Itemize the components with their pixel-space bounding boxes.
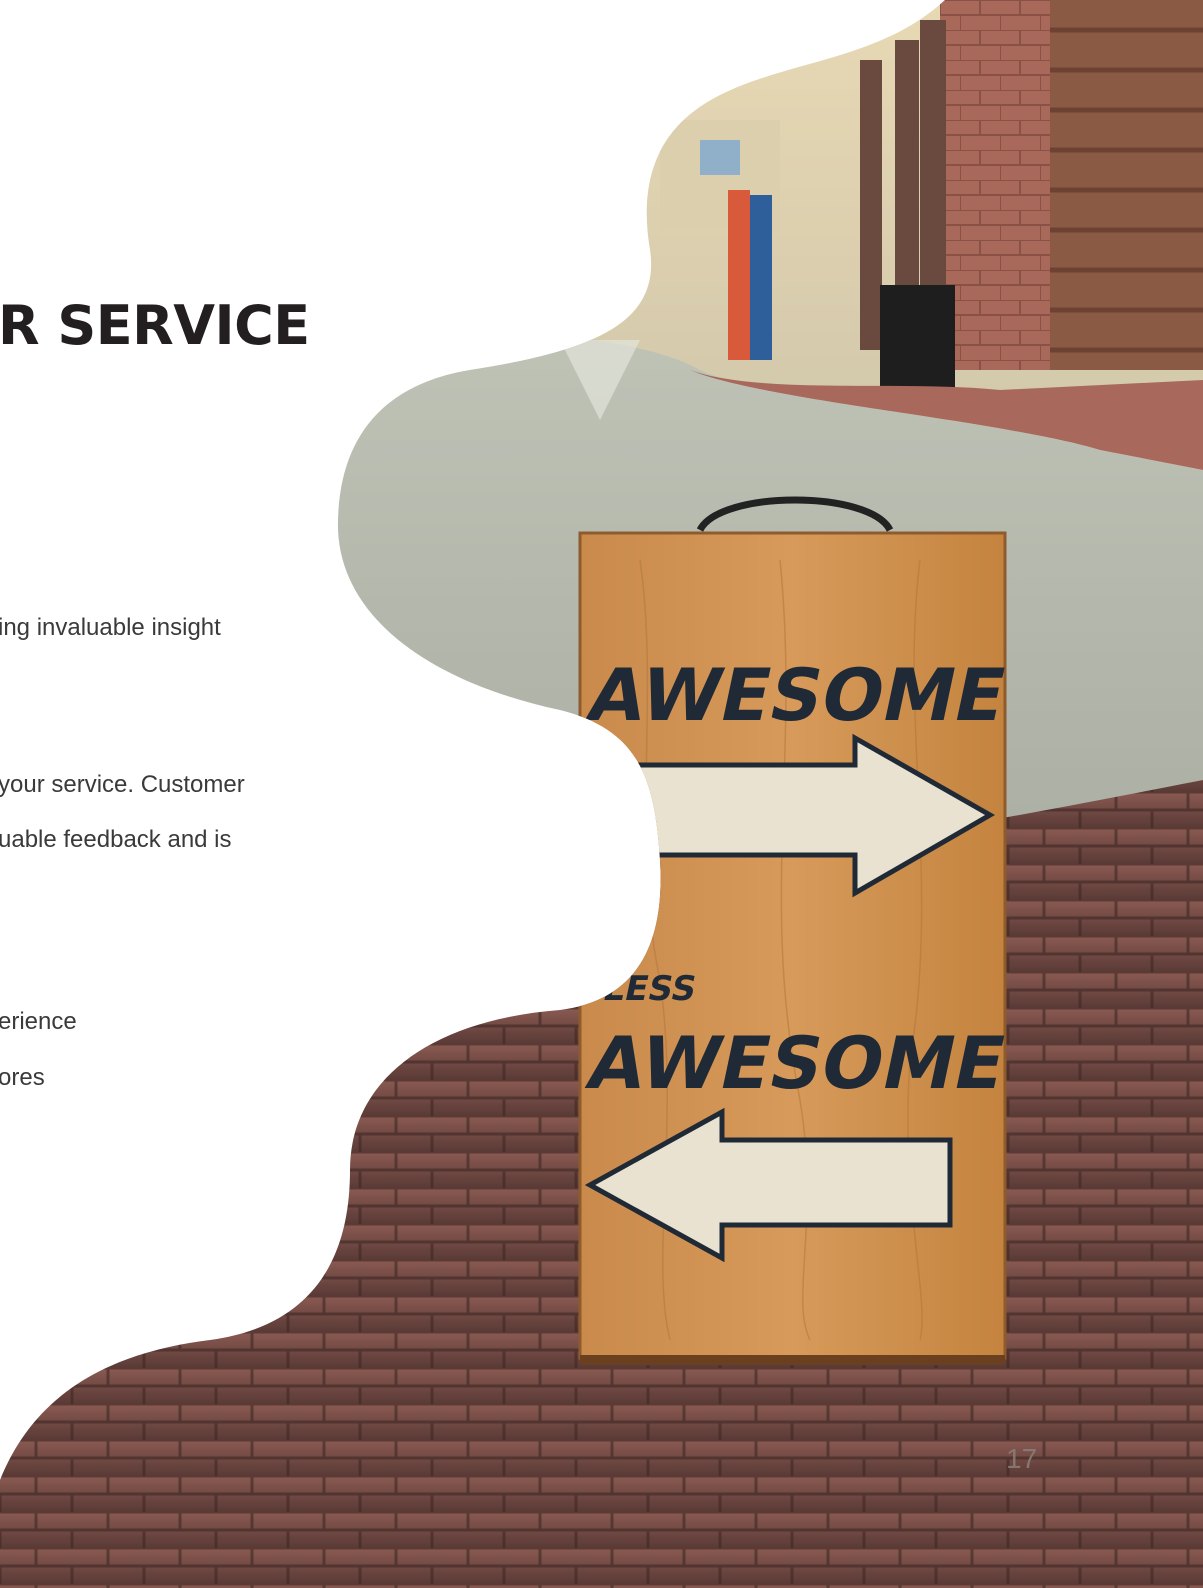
sandwich-board-sign: AWESOME LESS AWESOME <box>578 496 1014 1365</box>
sign-top-text: AWESOME <box>581 654 1014 738</box>
document-page: R SERVICE ing invaluable insight your se… <box>0 0 1203 1588</box>
street-sign-photo: AWESOME LESS AWESOME <box>0 0 1203 1588</box>
page-number: 17 <box>1006 1443 1038 1474</box>
sign-small-text: LESS <box>599 969 700 1009</box>
sign-bottom-text: AWESOME <box>580 1022 1013 1106</box>
